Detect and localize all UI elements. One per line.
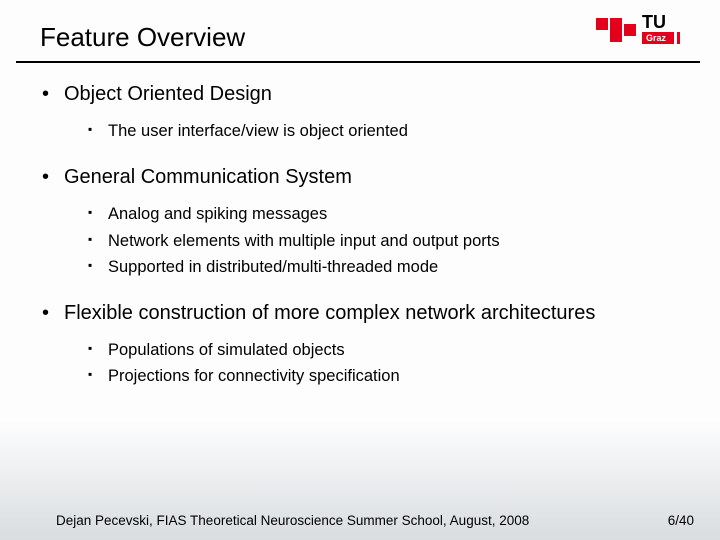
sub-bullet: Populations of simulated objects xyxy=(88,339,684,361)
slide-content: Object Oriented Design The user interfac… xyxy=(0,63,720,388)
tu-graz-logo: TU Graz xyxy=(588,10,698,50)
footer-page-number: 6/40 xyxy=(668,513,694,528)
bullet-general-communication: General Communication System Analog and … xyxy=(42,164,684,278)
footer-author: Dejan Pecevski, FIAS Theoretical Neurosc… xyxy=(56,513,529,528)
slide-footer: Dejan Pecevski, FIAS Theoretical Neurosc… xyxy=(0,513,720,528)
sub-bullet: The user interface/view is object orient… xyxy=(88,120,684,142)
bullet-label: Flexible construction of more complex ne… xyxy=(64,302,595,324)
bullet-label: Object Oriented Design xyxy=(64,83,272,105)
bullet-object-oriented: Object Oriented Design The user interfac… xyxy=(42,81,684,142)
svg-text:TU: TU xyxy=(642,12,666,32)
tu-graz-logo-icon: TU Graz xyxy=(588,10,698,50)
sub-bullet: Network elements with multiple input and… xyxy=(88,230,684,252)
svg-text:Graz: Graz xyxy=(646,33,667,43)
sub-bullet: Projections for connectivity specificati… xyxy=(88,365,684,387)
bullet-label: General Communication System xyxy=(64,166,352,188)
sub-bullet: Supported in distributed/multi-threaded … xyxy=(88,256,684,278)
sub-bullet: Analog and spiking messages xyxy=(88,203,684,225)
bullet-flexible-construction: Flexible construction of more complex ne… xyxy=(42,300,684,388)
